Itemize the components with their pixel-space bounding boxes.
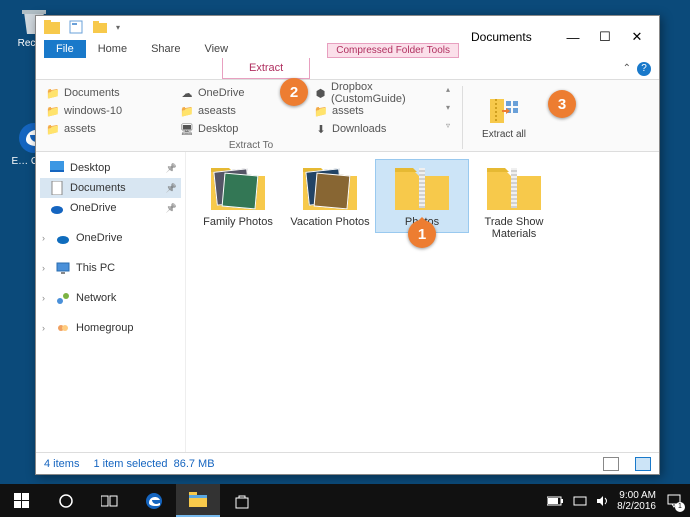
nav-documents[interactable]: Documents: [40, 178, 181, 198]
taskbar-edge[interactable]: [132, 484, 176, 517]
chevron-right-icon: ›: [42, 263, 50, 273]
tab-home[interactable]: Home: [86, 40, 139, 58]
chevron-right-icon: ›: [42, 293, 50, 303]
folder-icon: 📁: [314, 104, 328, 118]
taskbar-clock[interactable]: 9:00 AM 8/2/2016: [617, 490, 656, 512]
dest-more-icon[interactable]: ▿: [446, 120, 458, 138]
extract-dest-desktop[interactable]: 🖥Desktop: [178, 120, 308, 138]
minimize-button[interactable]: —: [557, 26, 589, 48]
view-large-icons-button[interactable]: [635, 457, 651, 471]
close-button[interactable]: ✕: [621, 26, 653, 48]
start-button[interactable]: [0, 484, 44, 517]
folder-icon: 📁: [46, 104, 60, 118]
item-trade-show-zip[interactable]: Trade Show Materials: [468, 160, 560, 244]
item-label: Family Photos: [196, 216, 280, 228]
onedrive-icon: [50, 201, 64, 215]
file-explorer-window: ▾ File Home Share View Compressed Folder…: [35, 15, 660, 475]
taskbar: 9:00 AM 8/2/2016 1: [0, 484, 690, 517]
folder-thumb: [301, 164, 359, 212]
nav-onedrive-quick[interactable]: OneDrive: [40, 198, 181, 218]
item-label: Vacation Photos: [288, 216, 372, 228]
help-icon[interactable]: ?: [637, 62, 651, 76]
notification-badge: 1: [675, 502, 685, 512]
extract-dest-assets[interactable]: 📁assets: [44, 120, 174, 138]
statusbar: 4 items 1 item selected 86.7 MB: [36, 452, 659, 474]
extract-dest-documents[interactable]: 📁Documents: [44, 84, 174, 102]
tab-share[interactable]: Share: [139, 40, 192, 58]
volume-icon[interactable]: [595, 494, 609, 508]
network-icon: [56, 291, 70, 305]
system-tray: 9:00 AM 8/2/2016 1: [547, 490, 690, 512]
network-tray-icon[interactable]: [573, 494, 587, 508]
view-details-button[interactable]: [603, 457, 619, 471]
status-selection: 1 item selected: [93, 458, 167, 470]
folder-icon: 📁: [46, 86, 60, 100]
homegroup-icon: [56, 321, 70, 335]
window-title: Documents: [471, 30, 532, 44]
dropbox-icon: ⬢: [314, 86, 327, 100]
extract-dest-dropbox[interactable]: ⬢Dropbox (CustomGuide): [312, 84, 442, 102]
item-label: Trade Show Materials: [472, 216, 556, 240]
titlebar: ▾ File Home Share View Compressed Folder…: [36, 16, 659, 58]
onedrive-icon: ☁: [180, 86, 194, 100]
chevron-right-icon: ›: [42, 323, 50, 333]
extract-dest-downloads[interactable]: ⬇Downloads: [312, 120, 442, 138]
callout-1: 1: [408, 220, 436, 248]
folder-icon: 📁: [46, 122, 60, 136]
tab-extract[interactable]: Extract: [222, 58, 310, 79]
quick-access-toolbar: ▾: [36, 16, 459, 38]
extract-dest-windows10[interactable]: 📁windows-10: [44, 102, 174, 120]
zip-folder-thumb: [393, 164, 451, 212]
extract-all-button[interactable]: Extract all: [479, 84, 529, 151]
onedrive-icon: [56, 231, 70, 245]
status-size: 86.7 MB: [174, 458, 215, 470]
maximize-button[interactable]: ☐: [589, 26, 621, 48]
folder-icon: 📁: [180, 104, 194, 118]
dest-scroll-up[interactable]: ▴: [446, 84, 458, 102]
photo-preview-icon: [222, 173, 259, 210]
explorer-icon: [44, 19, 60, 35]
ribbon-tabs: File Home Share View Compressed Folder T…: [36, 38, 459, 58]
callout-3: 3: [548, 90, 576, 118]
nav-onedrive[interactable]: ›OneDrive: [40, 228, 181, 248]
navigation-pane: Desktop Documents OneDrive ›OneDrive ›Th…: [36, 152, 186, 452]
item-vacation-photos[interactable]: Vacation Photos: [284, 160, 376, 232]
nav-network[interactable]: ›Network: [40, 288, 181, 308]
zipper-icon: [419, 168, 425, 208]
taskbar-store[interactable]: [220, 484, 264, 517]
context-tab-title: Compressed Folder Tools: [327, 43, 459, 58]
content-pane[interactable]: Family Photos Vacation Photos Photos: [186, 152, 659, 452]
nav-this-pc[interactable]: ›This PC: [40, 258, 181, 278]
tab-file[interactable]: File: [44, 40, 86, 58]
desktop-icon: [50, 161, 64, 175]
zip-folder-thumb: [485, 164, 543, 212]
cortana-button[interactable]: [44, 484, 88, 517]
item-family-photos[interactable]: Family Photos: [192, 160, 284, 232]
properties-icon[interactable]: [68, 19, 84, 35]
task-view-button[interactable]: [88, 484, 132, 517]
download-icon: ⬇: [314, 122, 328, 136]
status-item-count: 4 items: [44, 458, 79, 470]
dest-scroll-down[interactable]: ▾: [446, 102, 458, 120]
extract-all-icon: [488, 95, 520, 127]
zipper-icon: [511, 168, 517, 208]
document-icon: [50, 181, 64, 195]
folder-thumb: [209, 164, 267, 212]
new-folder-icon[interactable]: [92, 19, 108, 35]
chevron-right-icon: ›: [42, 233, 50, 243]
qat-dropdown-icon[interactable]: ▾: [116, 23, 120, 32]
tab-view[interactable]: View: [192, 40, 240, 58]
ribbon-expand-icon[interactable]: ⌃: [623, 63, 631, 74]
desktop-icon: 🖥: [180, 122, 194, 136]
taskbar-explorer[interactable]: [176, 484, 220, 517]
callout-2: 2: [280, 78, 308, 106]
nav-desktop[interactable]: Desktop: [40, 158, 181, 178]
nav-homegroup[interactable]: ›Homegroup: [40, 318, 181, 338]
photo-preview-icon: [314, 173, 351, 210]
extract-dest-assets2[interactable]: 📁assets: [312, 102, 442, 120]
battery-icon[interactable]: [547, 495, 565, 507]
action-center-button[interactable]: 1: [664, 491, 684, 511]
pc-icon: [56, 261, 70, 275]
